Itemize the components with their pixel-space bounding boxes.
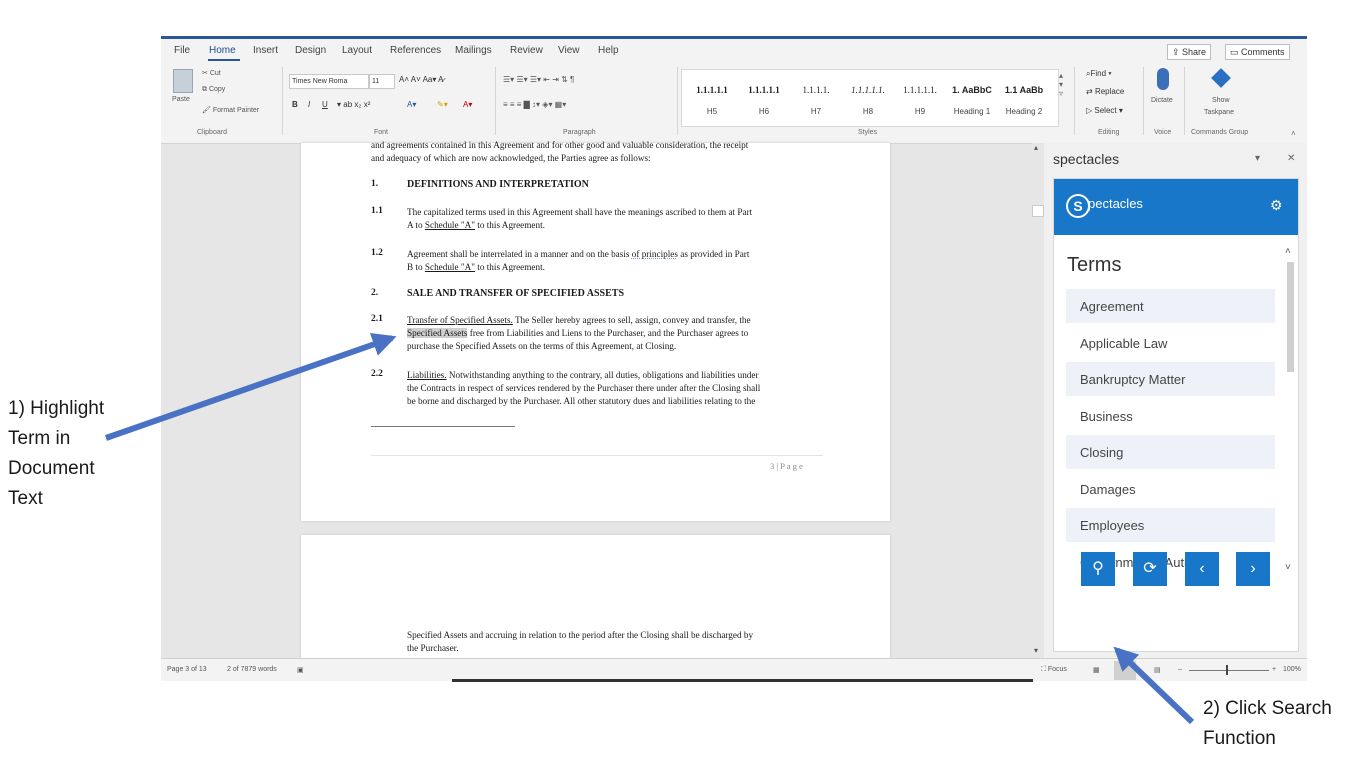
arrow-to-highlighted-term bbox=[105, 333, 397, 441]
arrow-to-search-button bbox=[1113, 646, 1195, 725]
annotation-arrows bbox=[105, 333, 1195, 725]
